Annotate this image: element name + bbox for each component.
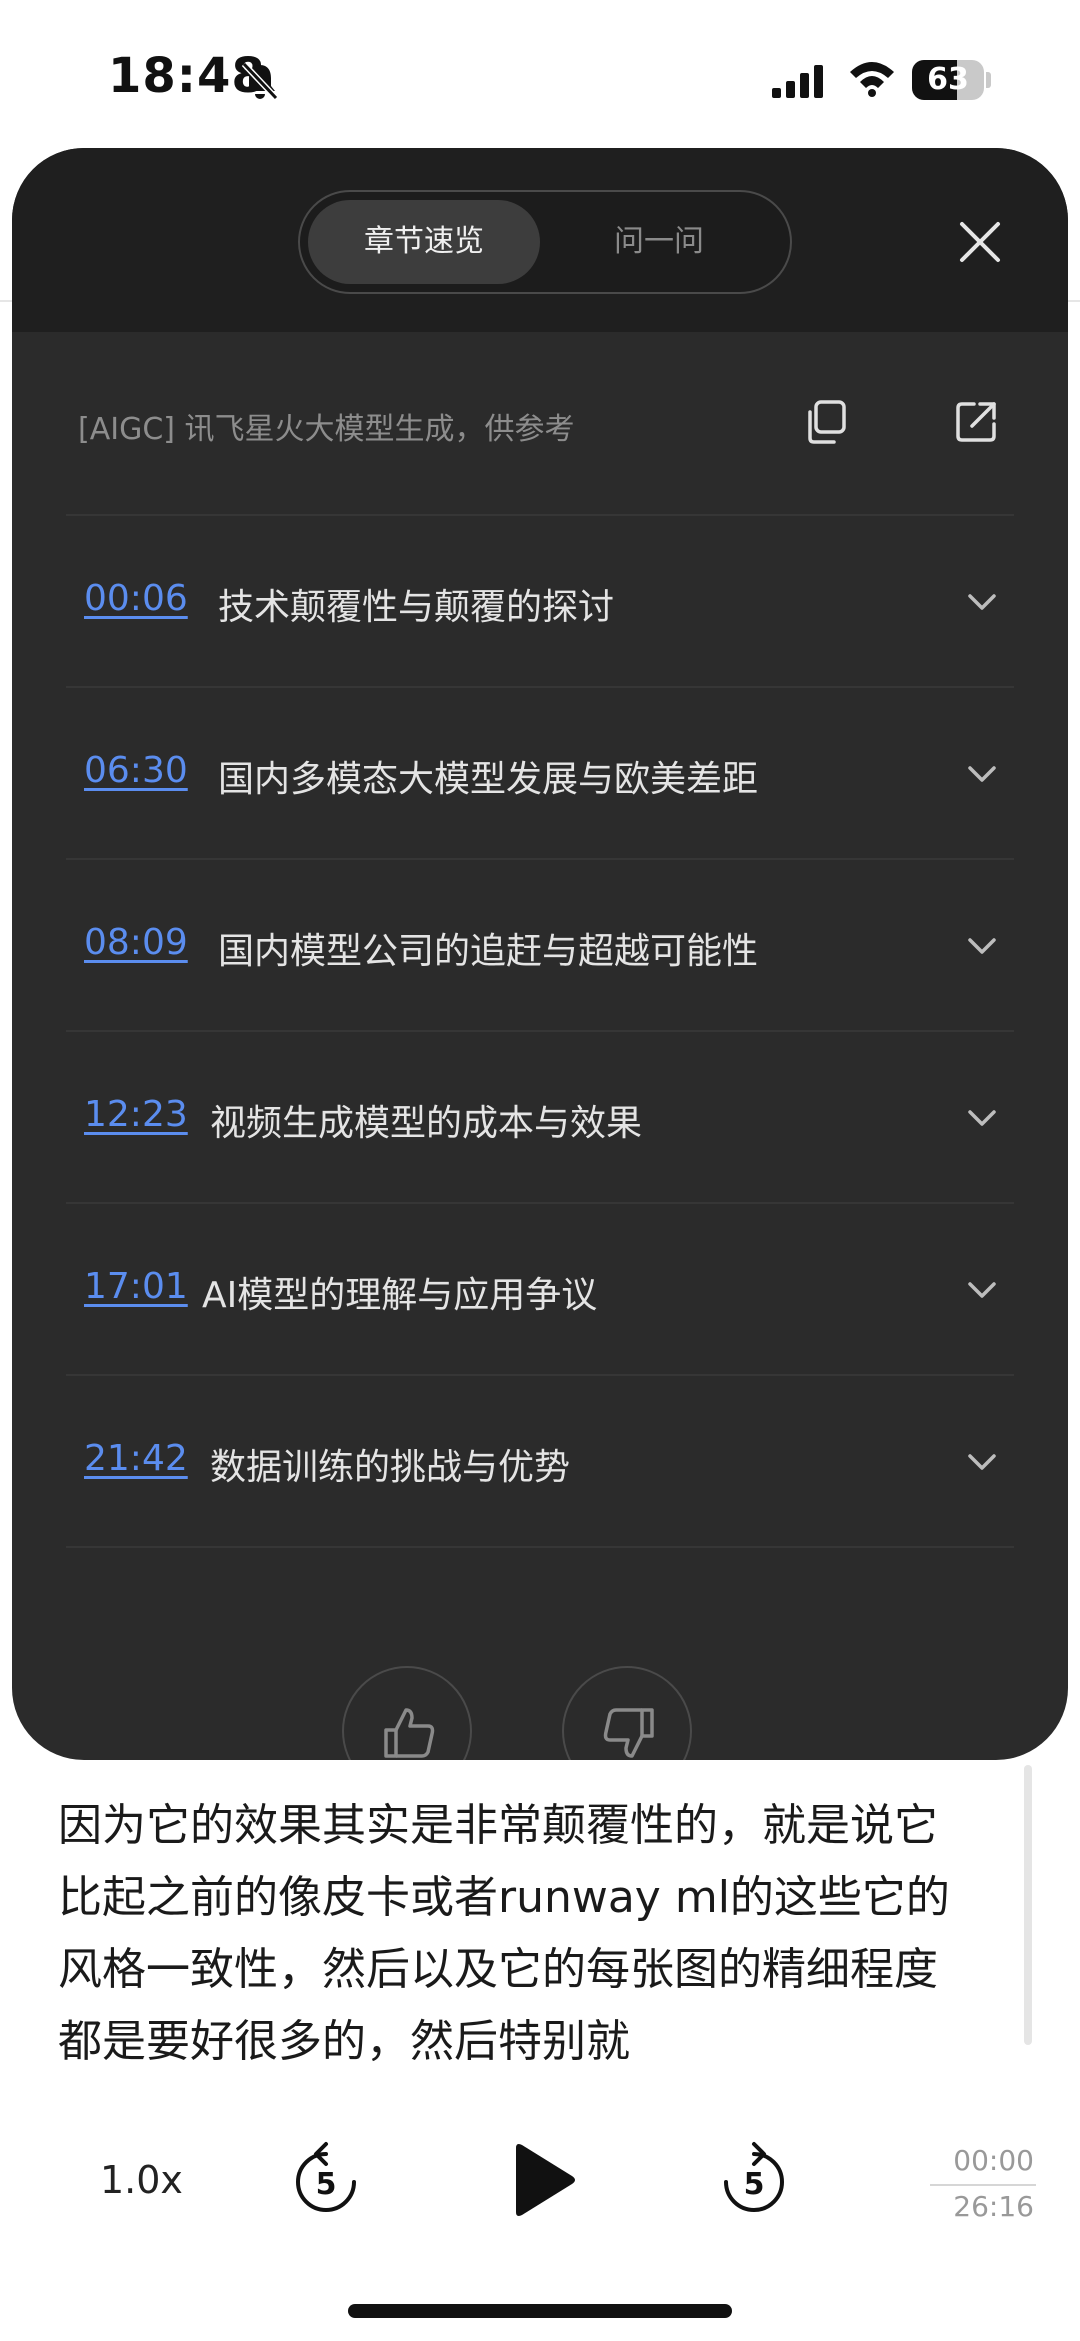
rewind-seconds-label: 5 <box>316 2167 337 2202</box>
rewind-5-seconds-icon[interactable]: 5 <box>290 2140 362 2220</box>
battery-indicator: 63 <box>912 60 984 100</box>
chevron-down-icon[interactable] <box>966 1278 998 1302</box>
close-icon[interactable] <box>956 218 1004 266</box>
transcript-text: 因为它的效果其实是非常颠覆性的，就是说它比起之前的像皮卡或者runway ml的… <box>58 1800 950 2067</box>
chapter-timestamp[interactable]: 17:01 <box>84 1266 188 1307</box>
segmented-control: 章节速览 问一问 <box>298 190 792 294</box>
thumbs-down-icon <box>603 1708 654 1758</box>
chapter-timestamp[interactable]: 08:09 <box>84 922 188 963</box>
chapter-title: AI模型的理解与应用争议 <box>202 1275 598 1316</box>
forward-seconds-label: 5 <box>744 2167 765 2202</box>
aigc-disclaimer: [AIGC] 讯飞星火大模型生成，供参考 <box>78 412 575 447</box>
wifi-icon <box>850 62 894 97</box>
chapter-item[interactable]: 08:09 国内模型公司的追赶与超越可能性 <box>66 860 1014 1032</box>
chapter-title: 视频生成模型的成本与效果 <box>210 1103 643 1144</box>
tab-chapter-overview[interactable]: 章节速览 <box>308 200 540 284</box>
chapter-item[interactable]: 21:42 数据训练的挑战与优势 <box>66 1376 1014 1548</box>
chevron-down-icon[interactable] <box>966 1106 998 1130</box>
chevron-down-icon[interactable] <box>966 934 998 958</box>
chapter-timestamp[interactable]: 21:42 <box>84 1438 188 1479</box>
chevron-down-icon[interactable] <box>966 1450 998 1474</box>
chapter-item[interactable]: 12:23 视频生成模型的成本与效果 <box>66 1032 1014 1204</box>
chapter-timestamp[interactable]: 06:30 <box>84 750 188 791</box>
chapter-item[interactable]: 17:01 AI模型的理解与应用争议 <box>66 1204 1014 1376</box>
current-time: 00:00 <box>953 2144 1034 2177</box>
chapter-sheet: 章节速览 问一问 [AIGC] 讯飞星火大模型生成，供参考 00:06 技术颠覆… <box>12 148 1068 1760</box>
thumbs-up-button[interactable] <box>342 1666 472 1760</box>
thumbs-down-button[interactable] <box>562 1666 692 1760</box>
bell-muted-icon <box>241 61 279 101</box>
time-divider <box>930 2184 1036 2186</box>
share-icon[interactable] <box>952 398 1000 446</box>
screen: 18:48 63 章节速览 问一问 [AIGC] 讯飞星火大模型生成，供参考 0… <box>0 0 1080 2341</box>
total-duration: 26:16 <box>953 2190 1034 2223</box>
playback-speed-button[interactable]: 1.0x <box>100 2158 183 2202</box>
forward-5-seconds-icon[interactable]: 5 <box>718 2140 790 2220</box>
chapter-title: 国内多模态大模型发展与欧美差距 <box>218 759 759 800</box>
chapter-timestamp[interactable]: 00:06 <box>84 578 188 619</box>
chapter-item[interactable]: 06:30 国内多模态大模型发展与欧美差距 <box>66 688 1014 860</box>
chapter-title: 技术颠覆性与颠覆的探讨 <box>218 587 615 628</box>
chapter-item[interactable]: 00:06 技术颠覆性与颠覆的探讨 <box>66 516 1014 688</box>
sheet-header: 章节速览 问一问 <box>12 148 1068 332</box>
tab-ask[interactable]: 问一问 <box>544 200 774 284</box>
battery-level: 63 <box>927 62 969 97</box>
thumbs-up-icon <box>384 1708 435 1758</box>
chapter-timestamp[interactable]: 12:23 <box>84 1094 188 1135</box>
transcript-scrollbar[interactable] <box>1024 1765 1032 2045</box>
chapter-list: 00:06 技术颠覆性与颠覆的探讨 06:30 国内多模态大模型发展与欧美差距 … <box>66 514 1014 1548</box>
chevron-down-icon[interactable] <box>966 590 998 614</box>
cellular-signal-icon <box>772 65 823 98</box>
copy-icon[interactable] <box>802 398 850 446</box>
chapter-title: 国内模型公司的追赶与超越可能性 <box>218 931 759 972</box>
play-icon[interactable] <box>508 2142 578 2218</box>
chapter-title: 数据训练的挑战与优势 <box>210 1447 571 1488</box>
home-indicator[interactable] <box>348 2304 732 2318</box>
chevron-down-icon[interactable] <box>966 762 998 786</box>
battery-cap <box>986 72 991 88</box>
status-bar: 18:48 63 <box>0 0 1080 150</box>
